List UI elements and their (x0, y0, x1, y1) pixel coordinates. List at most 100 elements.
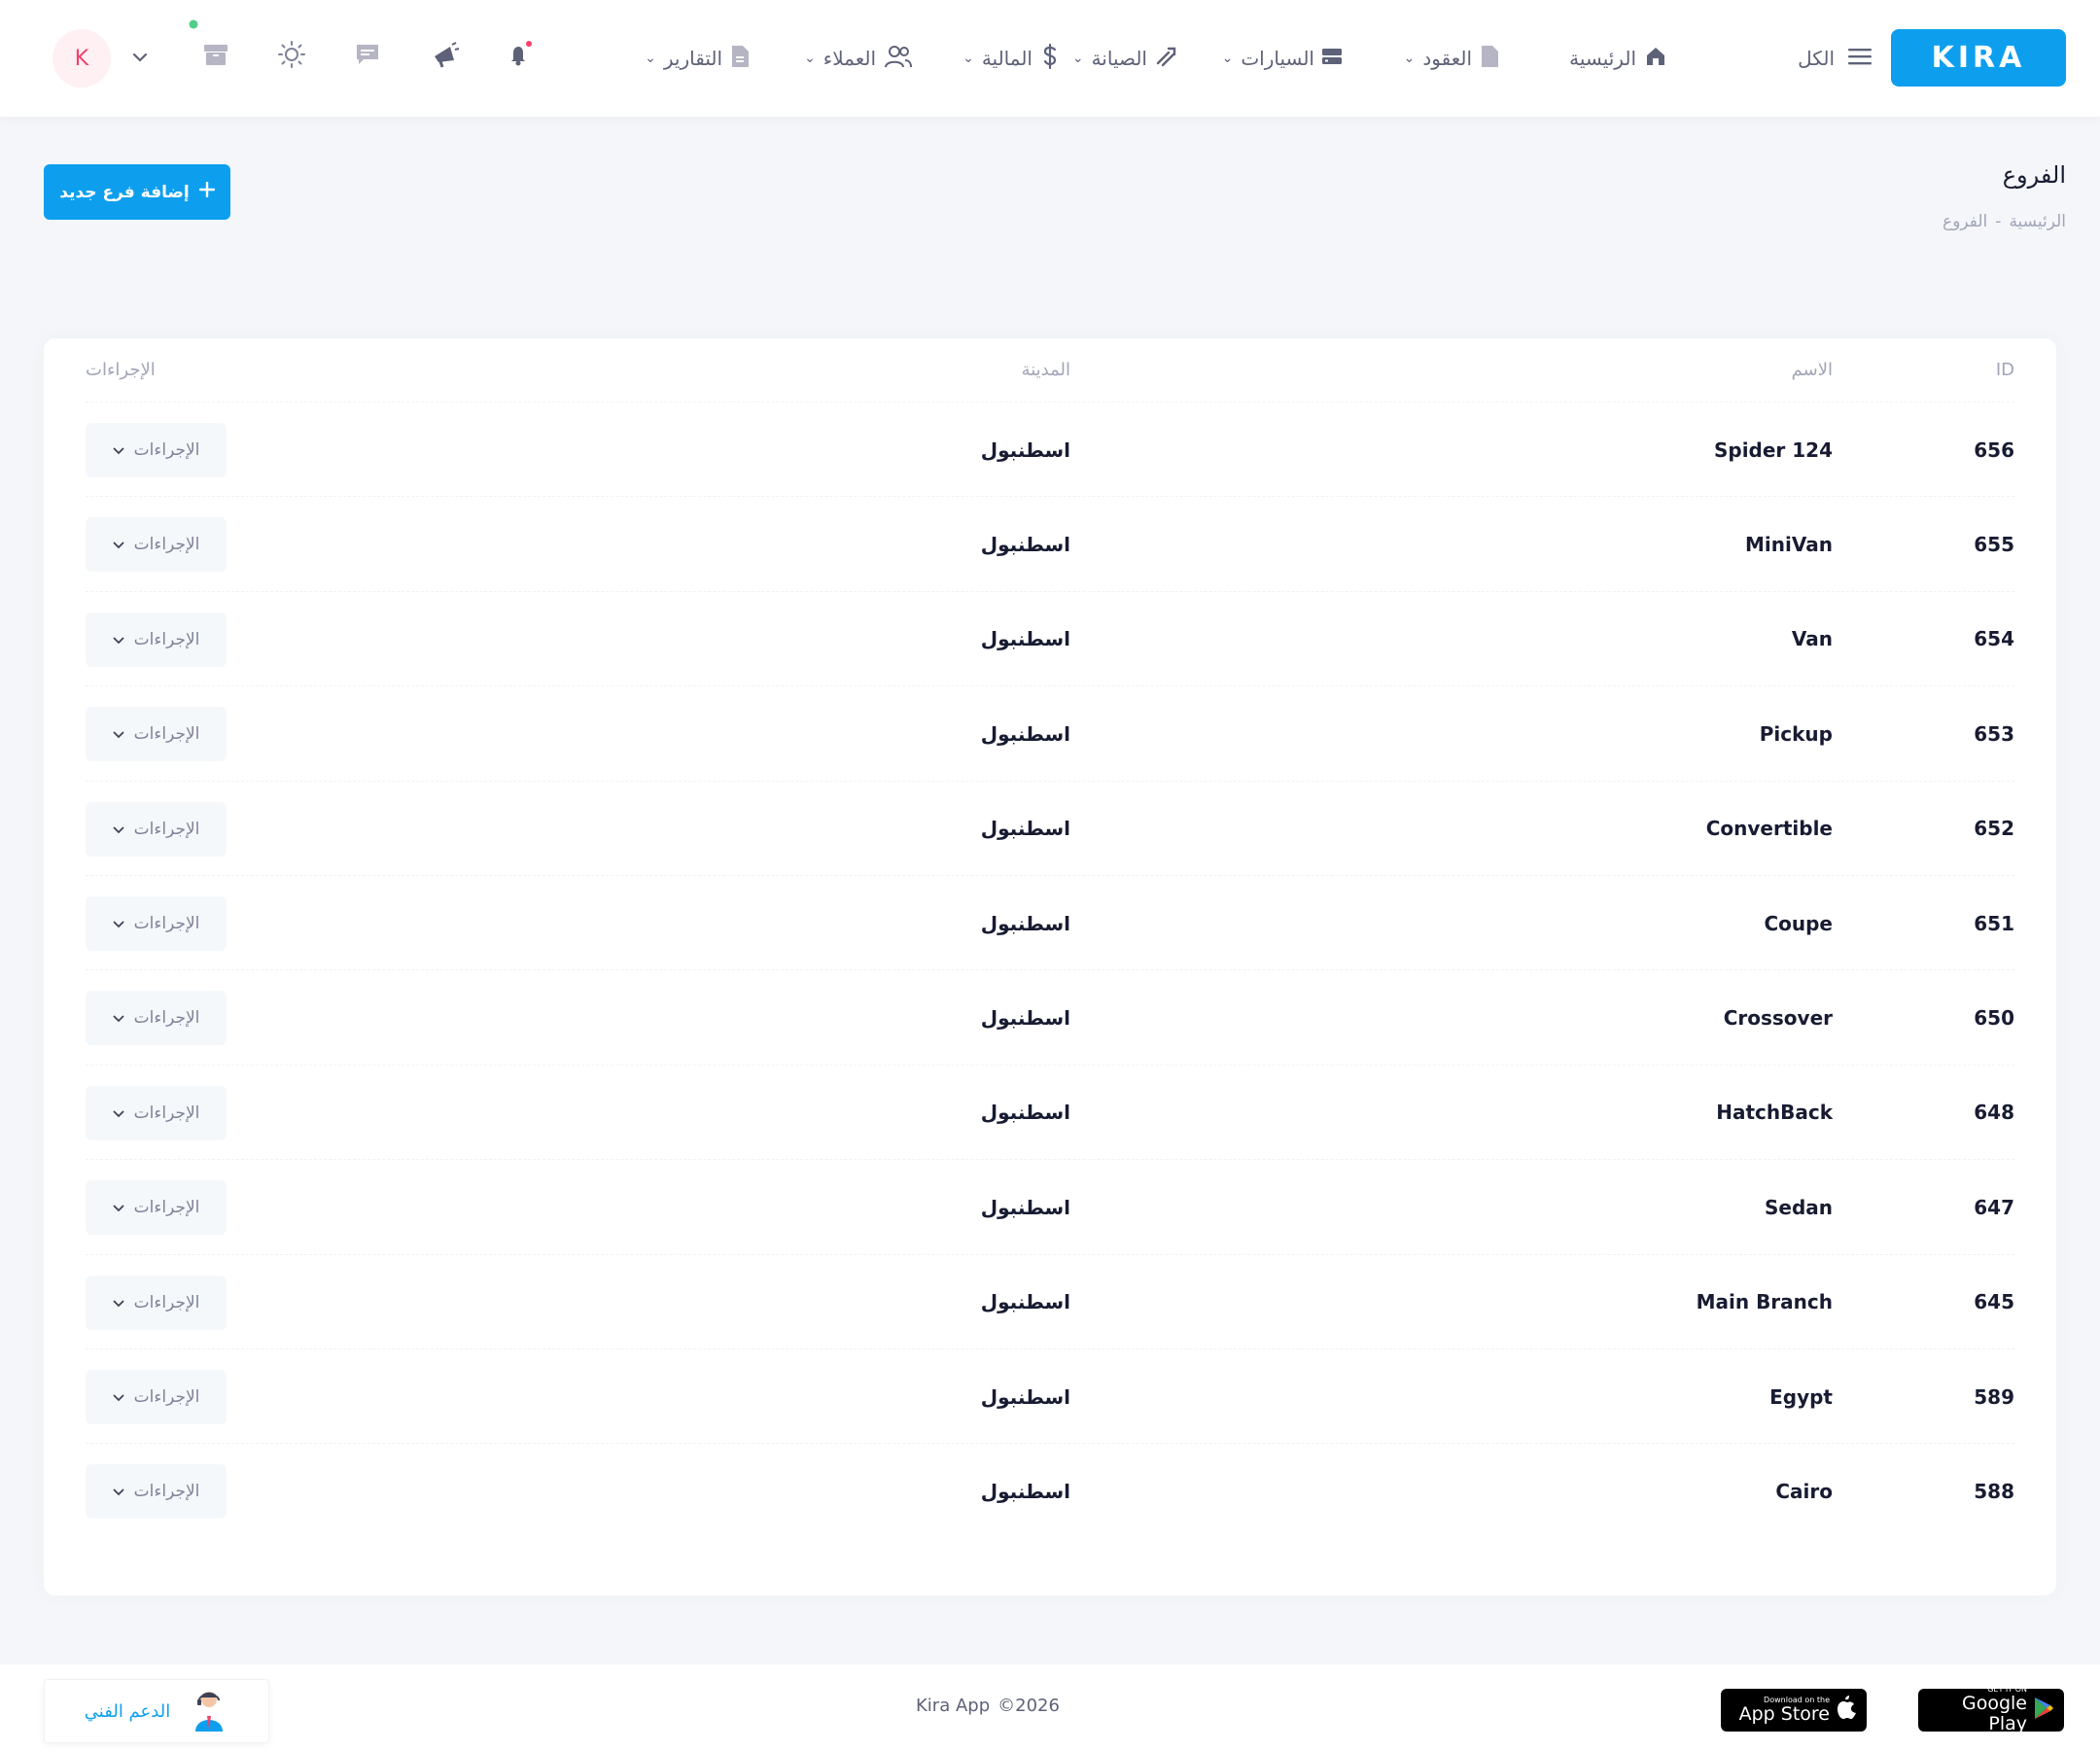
nav-finance[interactable]: المالية ⌄ (962, 39, 1060, 78)
cell-city: اسطنبول (980, 532, 1070, 556)
chevron-down-icon (113, 724, 124, 744)
actions-dropdown-button[interactable]: الإجراءات (86, 896, 227, 951)
report-icon (730, 45, 750, 73)
table-header: ID الاسم المدينة الإجراءات (86, 338, 2014, 402)
nav-customers-label: العملاء (822, 47, 876, 70)
chevron-down-icon: ⌄ (1221, 51, 1234, 66)
actions-dropdown-button[interactable]: الإجراءات (86, 612, 227, 667)
table-row: 648 HatchBack اسطنبول الإجراءات (86, 1066, 2014, 1161)
google-play-icon (2033, 1697, 2054, 1724)
actions-dropdown-button[interactable]: الإجراءات (86, 801, 227, 857)
chevron-down-icon (113, 1008, 124, 1028)
nav-home[interactable]: الرئيسية (1569, 39, 1667, 78)
sun-icon (277, 40, 306, 73)
table-row: 589 Egypt اسطنبول الإجراءات (86, 1349, 2014, 1445)
nav-reports-label: التقارير (663, 47, 722, 70)
chevron-down-icon: ⌄ (804, 51, 816, 66)
branches-card: ID الاسم المدينة الإجراءات 656 Spider 124… (44, 338, 2056, 1595)
breadcrumb-separator: - (1995, 212, 2002, 231)
users-icon (884, 44, 913, 74)
footer: GET IT ON Google Play Download on the Ap… (0, 1664, 2100, 1750)
chevron-down-icon (113, 914, 124, 933)
kira-logo[interactable]: KIRA (1891, 29, 2066, 87)
chevron-down-icon (113, 630, 124, 649)
cell-city: اسطنبول (980, 438, 1070, 462)
cell-id: 656 (1974, 438, 2014, 462)
google-play-badge[interactable]: GET IT ON Google Play (1918, 1686, 2064, 1733)
actions-dropdown-button[interactable]: الإجراءات (86, 707, 227, 762)
cell-name: Coupe (1764, 911, 1833, 935)
actions-label: الإجراءات (133, 819, 200, 839)
nav-cars[interactable]: السيارات ⌄ (1222, 39, 1342, 78)
messages-button[interactable] (350, 39, 385, 74)
add-branch-button[interactable]: إضافة فرع جديد (44, 164, 230, 220)
app-store-big: App Store (1738, 1702, 1830, 1725)
cell-name: MiniVan (1745, 532, 1833, 556)
document-icon (1480, 45, 1499, 73)
hamburger-icon (1848, 47, 1872, 71)
actions-label: الإجراءات (133, 1482, 200, 1502)
header-id[interactable]: ID (1996, 360, 2014, 380)
actions-dropdown-button[interactable]: الإجراءات (86, 991, 227, 1046)
cell-id: 655 (1974, 532, 2014, 556)
chevron-down-icon (113, 1482, 124, 1501)
actions-label: الإجراءات (133, 1102, 200, 1123)
table-row: 656 Spider 124 اسطنبول الإجراءات (86, 402, 2014, 498)
nav-contracts[interactable]: العقود ⌄ (1404, 39, 1499, 78)
cell-id: 650 (1974, 1005, 2014, 1030)
nav-cars-label: السيارات (1241, 47, 1314, 70)
header-city[interactable]: المدينة (1022, 360, 1070, 380)
actions-dropdown-button[interactable]: الإجراءات (86, 517, 227, 573)
chat-icon (354, 41, 381, 72)
all-menu-label: الكل (1798, 47, 1835, 70)
chevron-down-icon (113, 1387, 124, 1407)
chevron-down-icon (113, 820, 124, 839)
app-store-badge[interactable]: Download on the App Store (1721, 1689, 1867, 1732)
header-name[interactable]: الاسم (1792, 360, 1833, 380)
cell-id: 652 (1974, 817, 2014, 841)
nav-reports[interactable]: التقارير ⌄ (645, 39, 750, 78)
nav-customers[interactable]: العملاء ⌄ (804, 39, 913, 78)
actions-label: الإجراءات (133, 1292, 200, 1312)
table-row: 653 Pickup اسطنبول الإجراءات (86, 686, 2014, 782)
server-icon (1322, 47, 1342, 71)
support-label: الدعم الفني (84, 1700, 171, 1722)
breadcrumb-home[interactable]: الرئيسية (2009, 212, 2066, 231)
nav-maintenance-label: الصيانة (1091, 47, 1147, 70)
nav-finance-label: المالية (981, 47, 1032, 70)
box-icon (189, 19, 230, 73)
actions-dropdown-button[interactable]: الإجراءات (86, 1180, 227, 1236)
cell-id: 653 (1974, 721, 2014, 746)
support-button[interactable]: الدعم الفني (44, 1679, 269, 1743)
actions-dropdown-button[interactable]: الإجراءات (86, 1275, 227, 1330)
actions-dropdown-button[interactable]: الإجراءات (86, 1464, 227, 1520)
dollar-icon (1040, 43, 1060, 75)
actions-dropdown-button[interactable]: الإجراءات (86, 1370, 227, 1424)
nav-maintenance[interactable]: الصيانة ⌄ (1072, 39, 1178, 78)
cell-id: 645 (1974, 1290, 2014, 1314)
copyright-name[interactable]: Kira App (916, 1696, 990, 1716)
apps-button[interactable] (189, 19, 233, 74)
theme-toggle[interactable] (274, 39, 309, 74)
all-menu-toggle[interactable]: الكل (1798, 43, 1872, 74)
breadcrumb-current: الفروع (1942, 212, 1988, 231)
cell-name: Cairo (1775, 1479, 1833, 1503)
actions-dropdown-button[interactable]: الإجراءات (86, 1085, 227, 1140)
actions-label: الإجراءات (133, 535, 200, 555)
actions-dropdown-button[interactable]: الإجراءات (86, 423, 227, 477)
cell-name: Crossover (1723, 1005, 1833, 1030)
notifications-button[interactable] (502, 39, 537, 74)
copyright-year: ©2026 (998, 1696, 1060, 1716)
cell-city: اسطنبول (980, 1005, 1070, 1030)
cell-city: اسطنبول (980, 1384, 1070, 1409)
actions-label: الإجراءات (133, 629, 200, 649)
user-menu-chevron[interactable] (122, 39, 158, 74)
breadcrumb: الرئيسية - الفروع (1942, 212, 2066, 231)
actions-label: الإجراءات (133, 914, 200, 933)
avatar-letter: K (74, 46, 89, 71)
cell-city: اسطنبول (980, 1479, 1070, 1503)
table-row: 588 Cairo اسطنبول الإجراءات (86, 1444, 2014, 1538)
announcements-button[interactable] (428, 39, 463, 74)
cell-city: اسطنبول (980, 817, 1070, 841)
avatar[interactable]: K (52, 29, 111, 88)
